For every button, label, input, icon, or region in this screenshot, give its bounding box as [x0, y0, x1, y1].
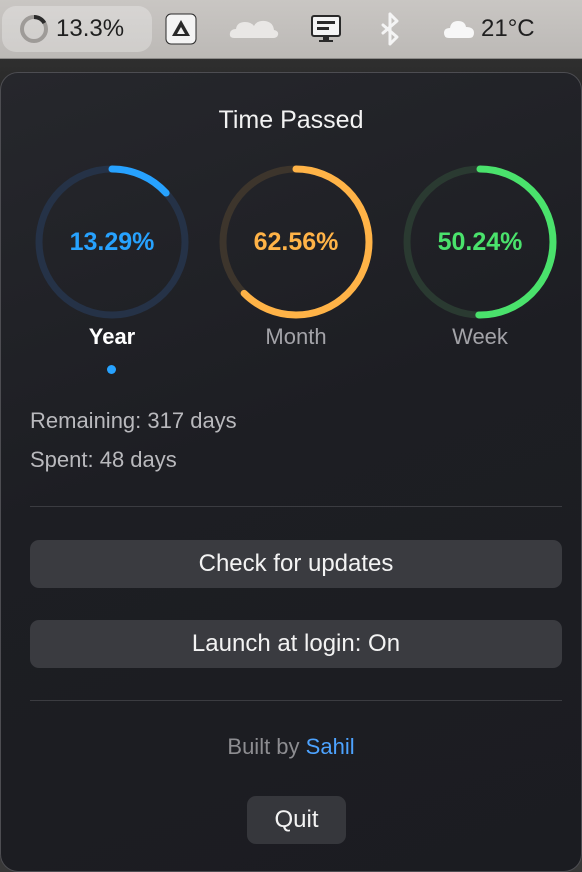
month-ring[interactable]: 62.56% [216, 162, 376, 322]
selected-indicator-dot [107, 365, 116, 374]
year-percent: 13.29% [69, 227, 155, 256]
menu-bar: 13.3% 21°C [0, 0, 582, 59]
built-by-prefix: Built by [227, 734, 300, 759]
cloud-icon[interactable] [443, 0, 475, 58]
google-drive-icon[interactable] [165, 0, 197, 58]
remaining-days-text: Remaining: 317 days [30, 408, 237, 433]
divider [30, 506, 562, 507]
quit-button[interactable]: Quit [247, 796, 346, 844]
launch-at-login-toggle[interactable]: Launch at login: On [30, 620, 562, 668]
week-label[interactable]: Week [400, 324, 560, 350]
spent-days-text: Spent: 48 days [30, 447, 177, 472]
week-percent: 50.24% [437, 227, 523, 256]
progress-status-text[interactable]: 13.3% [56, 0, 124, 58]
week-ring[interactable]: 50.24% [400, 162, 560, 322]
month-percent: 62.56% [253, 227, 339, 256]
bluetooth-icon[interactable] [376, 0, 404, 58]
popover-title: Time Passed [218, 106, 364, 134]
weather-temperature[interactable]: 21°C [481, 0, 535, 58]
month-label[interactable]: Month [216, 324, 376, 350]
built-by-footer: Built by Sahil [0, 734, 582, 760]
year-ring[interactable]: 13.29% [32, 162, 192, 322]
monitor-icon[interactable] [310, 0, 342, 58]
divider [30, 700, 562, 701]
cloudflare-icon[interactable] [228, 0, 280, 58]
author-link[interactable]: Sahil [306, 734, 355, 759]
progress-ring-icon[interactable] [18, 0, 50, 58]
check-for-updates-button[interactable]: Check for updates [30, 540, 562, 588]
year-label[interactable]: Year [32, 324, 192, 350]
